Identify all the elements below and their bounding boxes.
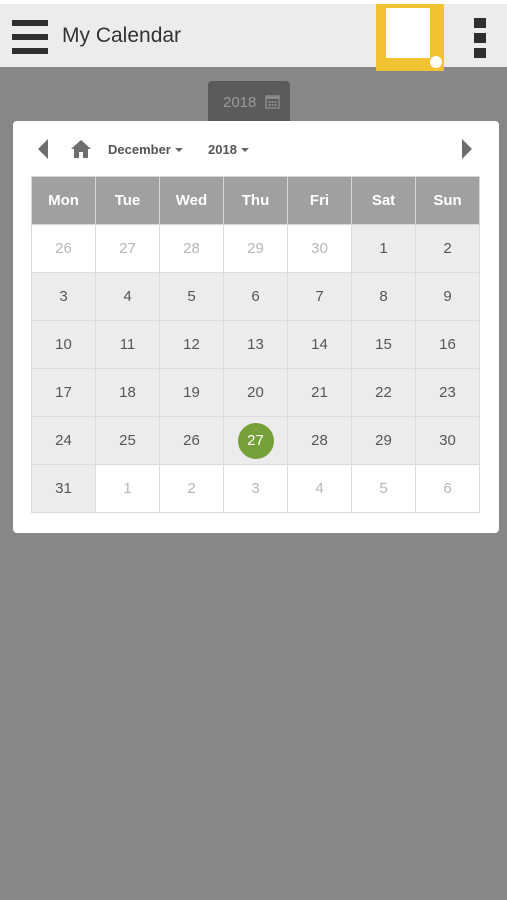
day-cell[interactable]: 21 xyxy=(287,368,352,417)
day-cell[interactable]: 5 xyxy=(351,464,416,513)
day-cell[interactable]: 1 xyxy=(351,224,416,273)
day-cell[interactable]: 3 xyxy=(223,464,288,513)
day-cell[interactable]: 11 xyxy=(95,320,160,369)
day-cell[interactable]: 16 xyxy=(415,320,480,369)
weekday-header: Sun xyxy=(415,176,480,225)
day-cell[interactable]: 19 xyxy=(159,368,224,417)
weekday-header: Wed xyxy=(159,176,224,225)
more-options-icon[interactable] xyxy=(468,16,492,60)
day-cell[interactable]: 25 xyxy=(95,416,160,465)
year-input[interactable]: 2018 xyxy=(208,81,290,121)
day-cell[interactable]: 14 xyxy=(287,320,352,369)
weekday-header: Tue xyxy=(95,176,160,225)
weekday-header: Thu xyxy=(223,176,288,225)
day-cell[interactable]: 24 xyxy=(31,416,96,465)
day-cell[interactable]: 17 xyxy=(31,368,96,417)
day-cell[interactable]: 31 xyxy=(31,464,96,513)
day-cell[interactable]: 30 xyxy=(287,224,352,273)
year-dropdown-label: 2018 xyxy=(208,142,237,157)
day-cell[interactable]: 8 xyxy=(351,272,416,321)
day-cell[interactable]: 1 xyxy=(95,464,160,513)
day-cell[interactable]: 18 xyxy=(95,368,160,417)
week-row: 31 1 2 3 4 5 6 xyxy=(31,464,480,513)
week-row: 10 11 12 13 14 15 16 xyxy=(31,320,480,369)
prev-month-icon[interactable] xyxy=(37,139,49,159)
calendar-icon xyxy=(265,95,280,109)
week-row: 26 27 28 29 30 1 2 xyxy=(31,224,480,273)
day-cell[interactable]: 23 xyxy=(415,368,480,417)
day-cell[interactable]: 4 xyxy=(287,464,352,513)
day-cell[interactable]: 29 xyxy=(351,416,416,465)
week-row: 3 4 5 6 7 8 9 xyxy=(31,272,480,321)
year-input-value: 2018 xyxy=(223,94,257,111)
weekday-header-row: Mon Tue Wed Thu Fri Sat Sun xyxy=(31,176,480,225)
day-cell[interactable]: 10 xyxy=(31,320,96,369)
day-cell[interactable]: 22 xyxy=(351,368,416,417)
day-cell[interactable]: 4 xyxy=(95,272,160,321)
day-cell[interactable]: 7 xyxy=(287,272,352,321)
weekday-header: Mon xyxy=(31,176,96,225)
day-cell[interactable]: 6 xyxy=(415,464,480,513)
page-title: My Calendar xyxy=(62,24,182,47)
date-picker: December 2018 Mon Tue Wed Thu Fri Sat Su… xyxy=(13,121,499,533)
weekday-header: Sat xyxy=(351,176,416,225)
day-cell[interactable]: 15 xyxy=(351,320,416,369)
app-bar: My Calendar xyxy=(0,0,507,71)
day-cell[interactable]: 2 xyxy=(159,464,224,513)
chevron-down-icon xyxy=(174,148,183,152)
day-cell[interactable]: 13 xyxy=(223,320,288,369)
day-cell[interactable]: 28 xyxy=(287,416,352,465)
menu-icon[interactable] xyxy=(12,18,48,56)
day-cell[interactable]: 9 xyxy=(415,272,480,321)
day-cell-selected[interactable]: 27 xyxy=(223,416,288,465)
day-cell[interactable]: 29 xyxy=(223,224,288,273)
day-cell[interactable]: 12 xyxy=(159,320,224,369)
month-dropdown[interactable]: December xyxy=(108,142,183,157)
day-cell[interactable]: 28 xyxy=(159,224,224,273)
app-logo xyxy=(376,4,444,71)
month-dropdown-label: December xyxy=(108,142,171,157)
weekday-header: Fri xyxy=(287,176,352,225)
week-row: 24 25 26 27 28 29 30 xyxy=(31,416,480,465)
day-cell[interactable]: 2 xyxy=(415,224,480,273)
day-cell[interactable]: 6 xyxy=(223,272,288,321)
year-dropdown[interactable]: 2018 xyxy=(208,142,249,157)
day-cell[interactable]: 26 xyxy=(159,416,224,465)
chevron-down-icon xyxy=(240,148,249,152)
day-cell[interactable]: 26 xyxy=(31,224,96,273)
day-cell[interactable]: 3 xyxy=(31,272,96,321)
day-cell[interactable]: 30 xyxy=(415,416,480,465)
next-month-icon[interactable] xyxy=(461,139,473,159)
week-row: 17 18 19 20 21 22 23 xyxy=(31,368,480,417)
day-cell[interactable]: 20 xyxy=(223,368,288,417)
day-cell[interactable]: 5 xyxy=(159,272,224,321)
date-picker-nav: December 2018 xyxy=(13,121,499,176)
selected-day: 27 xyxy=(237,422,274,459)
day-cell[interactable]: 27 xyxy=(95,224,160,273)
calendar-grid: Mon Tue Wed Thu Fri Sat Sun 26 27 28 29 … xyxy=(31,176,480,513)
home-icon[interactable] xyxy=(70,139,92,159)
